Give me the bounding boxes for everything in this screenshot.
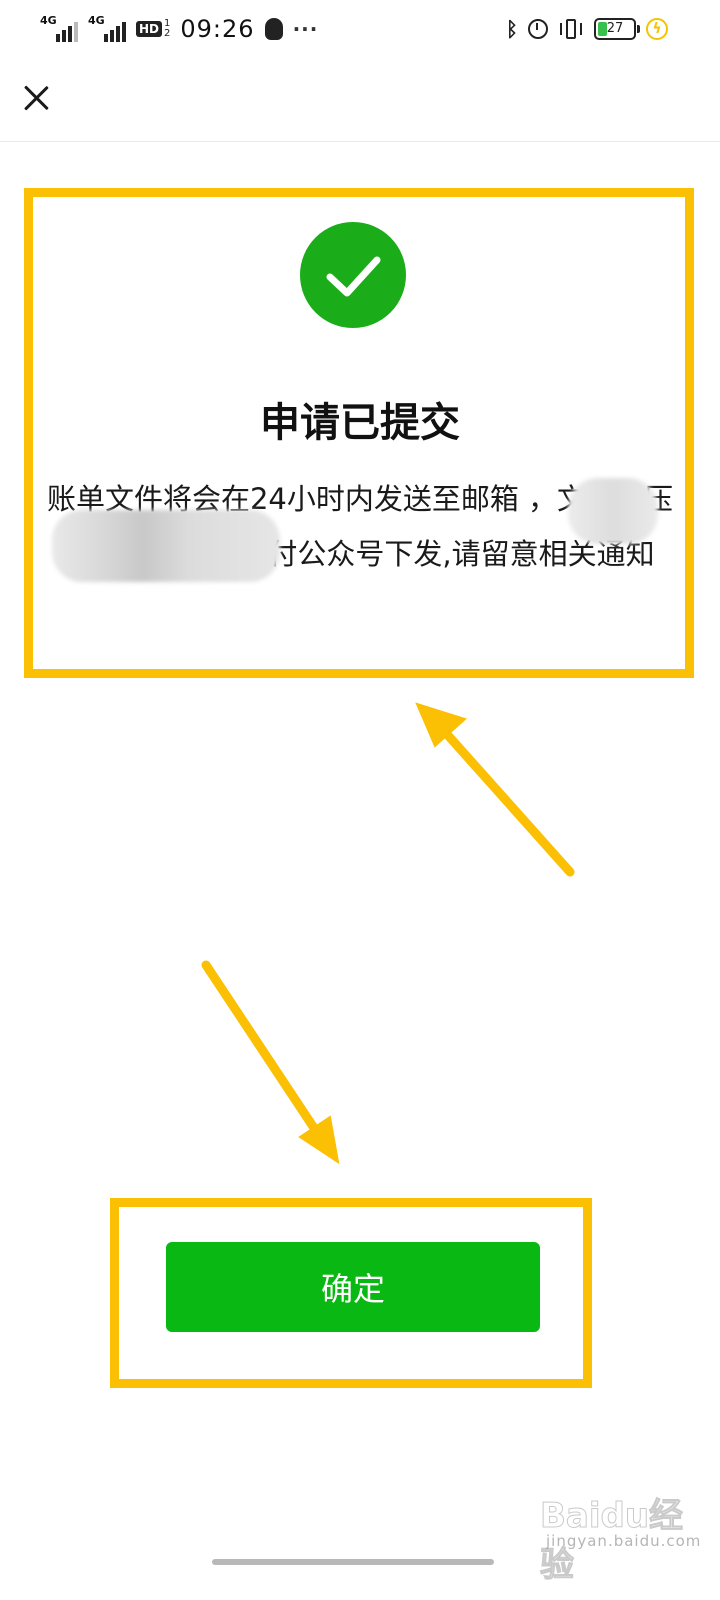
status-time: 09:26 xyxy=(180,15,255,43)
bluetooth-icon: ᛒ xyxy=(506,17,518,41)
watermark-url: jingyan.baidu.com xyxy=(546,1532,702,1550)
alarm-icon xyxy=(528,19,548,39)
arrow-up-left xyxy=(415,702,575,877)
annotation-arrows xyxy=(201,702,575,1165)
status-right: ᛒ 27 ϟ xyxy=(506,14,668,44)
sim1-label: 4G xyxy=(40,14,57,27)
arrow-down-right xyxy=(201,960,340,1165)
confirm-button[interactable]: 确定 xyxy=(166,1242,540,1332)
hd-voice-icon: HD xyxy=(136,21,163,37)
close-icon[interactable] xyxy=(20,82,52,114)
hd-fraction: 1 2 xyxy=(164,19,170,39)
battery-icon: 27 xyxy=(594,18,640,40)
charging-icon: ϟ xyxy=(646,18,668,40)
baidu-watermark: Baidu经验 jingyan.baidu.com xyxy=(540,1480,710,1586)
result-area: 申请已提交 账单文件将会在24小时内发送至邮箱 ，文件解压码将通过微信支付公众号… xyxy=(0,142,720,1388)
battery-level: 27 xyxy=(606,21,624,36)
hd-fraction-bottom: 2 xyxy=(164,28,171,39)
sim2-label: 4G xyxy=(88,14,105,27)
vibrate-icon xyxy=(558,18,584,40)
qq-icon xyxy=(264,18,283,40)
nav-bar xyxy=(0,58,720,142)
more-notifications-icon: ··· xyxy=(292,17,319,41)
status-left: 4G 4G HD 1 2 09:26 ··· xyxy=(40,12,318,46)
sim1-signal-icon: 4G xyxy=(40,14,78,42)
home-indicator[interactable] xyxy=(212,1559,494,1565)
sim2-signal-icon: 4G xyxy=(88,14,126,42)
status-bar: 4G 4G HD 1 2 09:26 ··· ᛒ 27 ϟ xyxy=(0,0,720,58)
